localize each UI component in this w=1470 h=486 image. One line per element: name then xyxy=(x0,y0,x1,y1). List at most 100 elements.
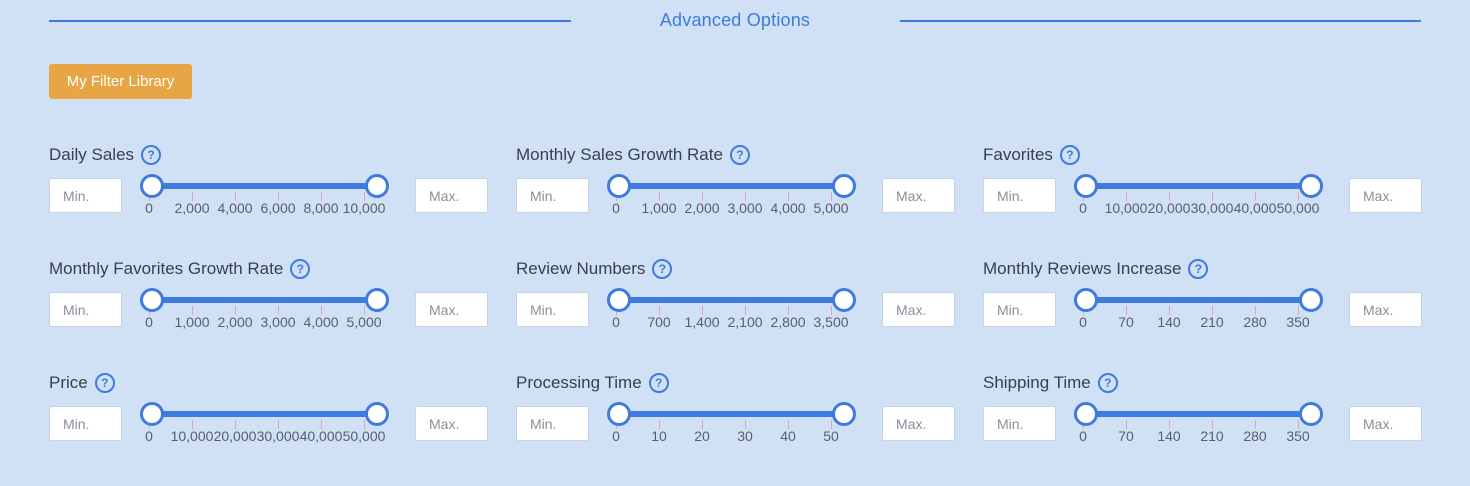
slider-track[interactable] xyxy=(150,411,386,417)
slider-tick-label: 6,000 xyxy=(260,200,296,216)
my-filter-library-button[interactable]: My Filter Library xyxy=(49,64,192,99)
slider-tick-label: 3,500 xyxy=(813,314,849,330)
slider-tick-label: 4,000 xyxy=(770,200,806,216)
min-input[interactable] xyxy=(516,292,589,327)
filter-label-text: Monthly Sales Growth Rate xyxy=(516,145,723,164)
help-question-icon[interactable]: ? xyxy=(729,145,750,165)
max-input[interactable] xyxy=(882,178,955,213)
slider-tick-label: 30,000 xyxy=(256,428,300,444)
slider-max-handle[interactable] xyxy=(365,402,389,426)
max-input[interactable] xyxy=(415,178,488,213)
slider-tick-label: 4,000 xyxy=(303,314,339,330)
slider-tick-label: 1,000 xyxy=(174,314,210,330)
filter-daily-sales: Daily Sales ? 0 2,000 4,000 6,000 8,00010,00… xyxy=(49,143,488,233)
slider-max-handle[interactable] xyxy=(1299,402,1323,426)
filter-label-text: Price xyxy=(49,373,88,392)
range-slider[interactable]: 0 1,000 2,000 3,000 4,000 5,000 xyxy=(139,287,399,343)
slider-max-handle[interactable] xyxy=(832,288,856,312)
slider-tick-label: 70 xyxy=(1118,314,1134,330)
slider-tick-label: 50,000 xyxy=(342,428,386,444)
slider-track[interactable] xyxy=(150,183,386,189)
help-question-icon[interactable]: ? xyxy=(1059,145,1080,165)
slider-tick-label: 3,000 xyxy=(260,314,296,330)
range-slider[interactable]: 0 10,000 20,000 30,000 40,000 50,000 xyxy=(1073,173,1333,229)
range-slider[interactable]: 0 2,000 4,000 6,000 8,000 10,000 xyxy=(139,173,399,229)
slider-max-handle[interactable] xyxy=(1299,174,1323,198)
min-input[interactable] xyxy=(516,178,589,213)
slider-min-handle[interactable] xyxy=(140,288,164,312)
slider-track[interactable] xyxy=(150,297,386,303)
slider-tick-label: 0 xyxy=(1079,428,1087,444)
help-question-icon[interactable]: ? xyxy=(1188,259,1209,279)
slider-max-handle[interactable] xyxy=(365,174,389,198)
filter-monthly-favorites-growth-rate: Monthly Favorites Growth Rate ? 0 1,000 2,… xyxy=(49,257,488,347)
slider-track[interactable] xyxy=(1084,297,1320,303)
help-question-icon[interactable]: ? xyxy=(1097,373,1118,393)
filter-label-text: Monthly Favorites Growth Rate xyxy=(49,259,284,278)
range-slider[interactable]: 0 10 20 30 40 50 xyxy=(606,401,866,457)
filter-label: Monthly Sales Growth Rate ? xyxy=(516,145,750,165)
max-input[interactable] xyxy=(415,406,488,441)
help-question-icon[interactable]: ? xyxy=(141,145,162,165)
min-input[interactable] xyxy=(983,178,1056,213)
slider-track[interactable] xyxy=(617,411,853,417)
max-input[interactable] xyxy=(882,406,955,441)
min-input[interactable] xyxy=(49,178,122,213)
range-slider[interactable]: 0 700 1,400 2,100 2,800 3,500 xyxy=(606,287,866,343)
max-input[interactable] xyxy=(1349,406,1422,441)
slider-tick-label: 10 xyxy=(651,428,667,444)
slider-tick-label: 2,000 xyxy=(684,200,720,216)
range-slider[interactable]: 0 70 140 210 280 350 xyxy=(1073,401,1333,457)
slider-tick-label: 5,000 xyxy=(813,200,849,216)
filter-shipping-time: Shipping Time ? 0 70 140 210 280 350 xyxy=(983,371,1422,461)
slider-track[interactable] xyxy=(617,297,853,303)
max-input[interactable] xyxy=(1349,292,1422,327)
help-question-icon[interactable]: ? xyxy=(652,259,673,279)
max-input[interactable] xyxy=(882,292,955,327)
min-input[interactable] xyxy=(49,292,122,327)
slider-tick-label: 10,000 xyxy=(342,200,386,216)
slider-max-handle[interactable] xyxy=(832,174,856,198)
slider-track[interactable] xyxy=(617,183,853,189)
help-question-icon[interactable]: ? xyxy=(290,259,311,279)
slider-track[interactable] xyxy=(1084,183,1320,189)
help-question-icon[interactable]: ? xyxy=(648,373,669,393)
slider-tick-label: 30 xyxy=(737,428,753,444)
slider-tick-label: 0 xyxy=(1079,314,1087,330)
slider-min-handle[interactable] xyxy=(607,288,631,312)
range-slider[interactable]: 0 1,000 2,000 3,000 4,000 5,000 xyxy=(606,173,866,229)
slider-tick-label: 700 xyxy=(647,314,671,330)
filter-processing-time: Processing Time ? 0 10 20 30 40 50 xyxy=(516,371,955,461)
slider-max-handle[interactable] xyxy=(365,288,389,312)
slider-tick-label: 30,000 xyxy=(1190,200,1234,216)
range-slider[interactable]: 0 10,000 20,000 30,000 40,000 50,000 xyxy=(139,401,399,457)
slider-tick-label: 1,400 xyxy=(684,314,720,330)
slider-min-handle[interactable] xyxy=(1074,174,1098,198)
slider-min-handle[interactable] xyxy=(1074,402,1098,426)
slider-max-handle[interactable] xyxy=(1299,288,1323,312)
slider-max-handle[interactable] xyxy=(832,402,856,426)
min-input[interactable] xyxy=(516,406,589,441)
min-input[interactable] xyxy=(49,406,122,441)
slider-min-handle[interactable] xyxy=(607,174,631,198)
slider-min-handle[interactable] xyxy=(607,402,631,426)
slider-tick-label: 3,000 xyxy=(727,200,763,216)
slider-min-handle[interactable] xyxy=(140,174,164,198)
filter-label: Review Numbers ? xyxy=(516,259,673,279)
filter-label: Monthly Favorites Growth Rate ? xyxy=(49,259,311,279)
filter-label: Processing Time ? xyxy=(516,373,669,393)
slider-tick-label: 0 xyxy=(612,314,620,330)
slider-track[interactable] xyxy=(1084,411,1320,417)
filter-label: Shipping Time ? xyxy=(983,373,1118,393)
range-slider[interactable]: 0 70 140 210 280 350 xyxy=(1073,287,1333,343)
slider-tick-label: 20,000 xyxy=(213,428,257,444)
min-input[interactable] xyxy=(983,406,1056,441)
slider-min-handle[interactable] xyxy=(140,402,164,426)
min-input[interactable] xyxy=(983,292,1056,327)
slider-tick-label: 210 xyxy=(1200,428,1224,444)
max-input[interactable] xyxy=(1349,178,1422,213)
max-input[interactable] xyxy=(415,292,488,327)
slider-min-handle[interactable] xyxy=(1074,288,1098,312)
slider-tick-label: 2,000 xyxy=(217,314,253,330)
help-question-icon[interactable]: ? xyxy=(94,373,115,393)
